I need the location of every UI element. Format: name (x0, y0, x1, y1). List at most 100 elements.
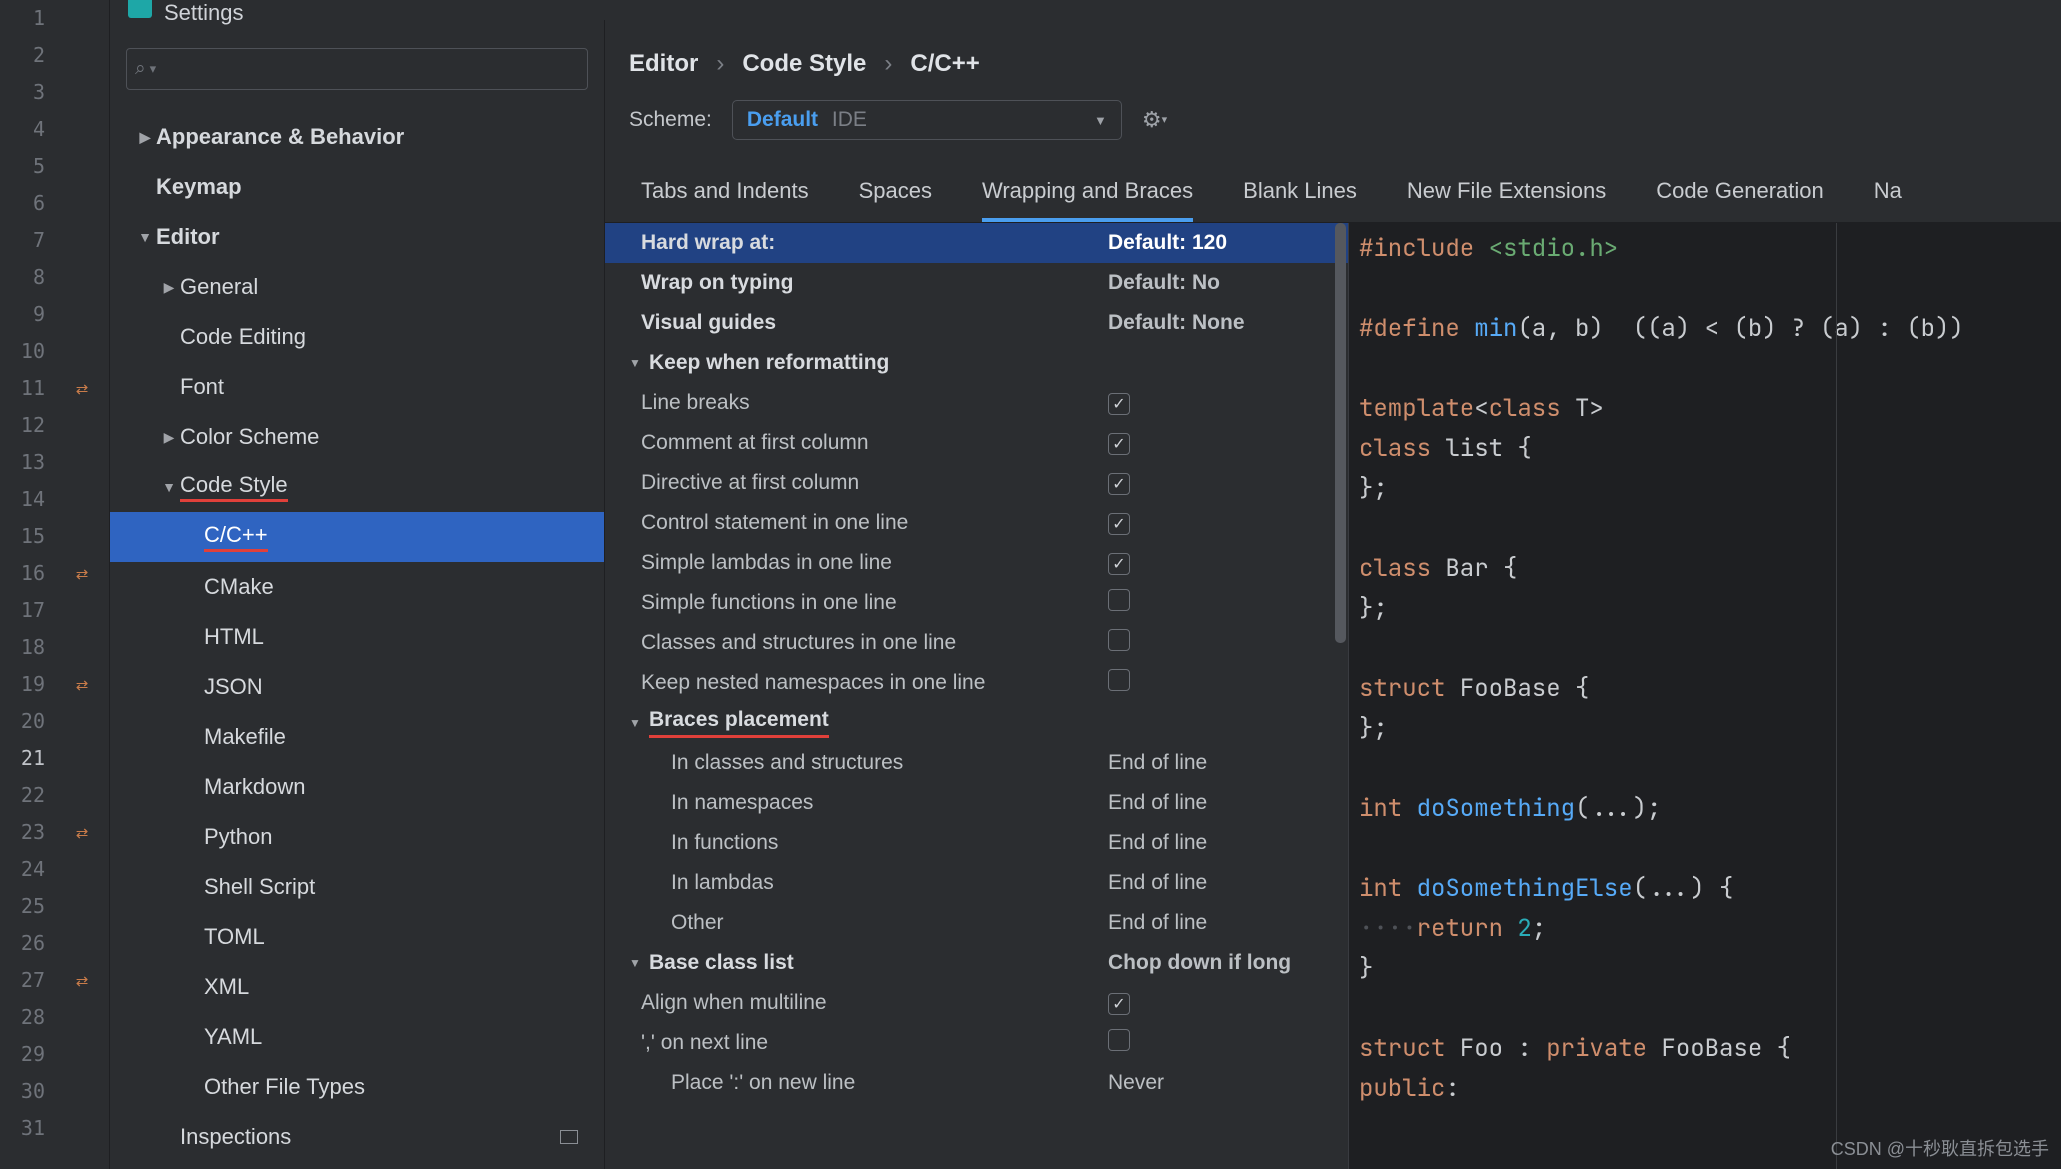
option-hard-wrap-at-[interactable]: Hard wrap at:Default: 120 (605, 223, 1348, 263)
tab-blank-lines[interactable]: Blank Lines (1243, 178, 1357, 222)
option-simple-functions-in-one-line[interactable]: Simple functions in one line (605, 583, 1348, 623)
options-list[interactable]: Hard wrap at:Default: 120Wrap on typingD… (605, 223, 1348, 1169)
inspections-icon (560, 1130, 578, 1144)
tree-node-inspections[interactable]: Inspections (126, 1112, 588, 1162)
chevron-right-icon: ▶ (158, 279, 180, 296)
option-in-functions[interactable]: In functionsEnd of line (605, 823, 1348, 863)
gutter-mark (55, 740, 109, 777)
option--on-next-line[interactable]: ',' on next line (605, 1023, 1348, 1063)
tree-node-markdown[interactable]: Markdown (126, 762, 588, 812)
tab-spaces[interactable]: Spaces (859, 178, 932, 222)
tree-node-html[interactable]: HTML (126, 612, 588, 662)
option-other[interactable]: OtherEnd of line (605, 903, 1348, 943)
tab-wrapping-and-braces[interactable]: Wrapping and Braces (982, 178, 1193, 222)
tree-node-font[interactable]: Font (126, 362, 588, 412)
checkbox[interactable] (1108, 433, 1130, 455)
option-keep-nested-namespaces-in-one-line[interactable]: Keep nested namespaces in one line (605, 663, 1348, 703)
tree-node-appearance-behavior[interactable]: ▶Appearance & Behavior (126, 112, 588, 162)
tab-new-file-extensions[interactable]: New File Extensions (1407, 178, 1606, 222)
gutter-mark (55, 777, 109, 814)
option-in-classes-and-structures[interactable]: In classes and structuresEnd of line (605, 743, 1348, 783)
gutter-mark (55, 444, 109, 481)
option-label: Hard wrap at: (641, 231, 1108, 255)
tree-node-code-editing[interactable]: Code Editing (126, 312, 588, 362)
option-keep-when-reformatting[interactable]: ▼ Keep when reformatting (605, 343, 1348, 383)
tab-code-generation[interactable]: Code Generation (1656, 178, 1824, 222)
option-label: Directive at first column (641, 471, 1108, 495)
gutter-mark (55, 111, 109, 148)
gutter-mark (55, 703, 109, 740)
checkbox[interactable] (1108, 993, 1130, 1015)
checkbox[interactable] (1108, 473, 1130, 495)
watermark: CSDN @十秒耿直拆包选手 (1831, 1135, 2049, 1161)
scheme-select[interactable]: Default IDE ▼ (732, 100, 1122, 140)
option-label: Wrap on typing (641, 271, 1108, 295)
option-directive-at-first-column[interactable]: Directive at first column (605, 463, 1348, 503)
tree-node-xml[interactable]: XML (126, 962, 588, 1012)
option-classes-and-structures-in-one-line[interactable]: Classes and structures in one line (605, 623, 1348, 663)
checkbox[interactable] (1108, 1029, 1130, 1051)
line-number: 21 (0, 740, 45, 777)
option-in-lambdas[interactable]: In lambdasEnd of line (605, 863, 1348, 903)
tree-node-color-scheme[interactable]: ▶Color Scheme (126, 412, 588, 462)
tree-node-keymap[interactable]: Keymap (126, 162, 588, 212)
option-label: Align when multiline (641, 991, 1108, 1015)
gutter-mark (55, 259, 109, 296)
checkbox[interactable] (1108, 513, 1130, 535)
tree-node-shell-script[interactable]: Shell Script (126, 862, 588, 912)
option-place-on-new-line[interactable]: Place ':' on new lineNever (605, 1063, 1348, 1103)
settings-search-input[interactable]: ⌕▾ (126, 48, 588, 90)
tree-node-json[interactable]: JSON (126, 662, 588, 712)
tree-node-toml[interactable]: TOML (126, 912, 588, 962)
option-control-statement-in-one-line[interactable]: Control statement in one line (605, 503, 1348, 543)
breadcrumb: Editor›Code Style›C/C++ (605, 20, 2061, 84)
line-number: 7 (0, 222, 45, 259)
option-braces-placement[interactable]: ▼Braces placement (605, 703, 1348, 743)
option-base-class-list[interactable]: ▼Base class listChop down if long (605, 943, 1348, 983)
option-value: Default: No (1108, 271, 1348, 295)
option-label: Braces placement (649, 708, 1348, 738)
line-number: 12 (0, 407, 45, 444)
option-label: Keep when reformatting (649, 351, 1348, 375)
tree-node-python[interactable]: Python (126, 812, 588, 862)
checkbox[interactable] (1108, 589, 1130, 611)
line-number: 1 (0, 0, 45, 37)
checkbox[interactable] (1108, 669, 1130, 691)
tree-node-makefile[interactable]: Makefile (126, 712, 588, 762)
tree-node-code-style[interactable]: ▼Code Style (126, 462, 588, 512)
line-number: 28 (0, 999, 45, 1036)
checkbox[interactable] (1108, 553, 1130, 575)
gear-icon[interactable]: ⚙▾ (1142, 107, 1167, 133)
tab-tabs-and-indents[interactable]: Tabs and Indents (641, 178, 809, 222)
tree-label: Shell Script (204, 874, 315, 900)
checkbox[interactable] (1108, 629, 1130, 651)
tree-node-c-c-[interactable]: C/C++ (110, 512, 604, 562)
tree-label: Appearance & Behavior (156, 124, 404, 150)
option-align-when-multiline[interactable]: Align when multiline (605, 983, 1348, 1023)
tree-label: Inspections (180, 1124, 291, 1150)
option-wrap-on-typing[interactable]: Wrap on typingDefault: No (605, 263, 1348, 303)
scrollbar[interactable] (1335, 223, 1346, 643)
checkbox[interactable] (1108, 393, 1130, 415)
tree-node-cmake[interactable]: CMake (126, 562, 588, 612)
tree-node-yaml[interactable]: YAML (126, 1012, 588, 1062)
line-number: 2 (0, 37, 45, 74)
tree-node-other-file-types[interactable]: Other File Types (126, 1062, 588, 1112)
tree-node-general[interactable]: ▶General (126, 262, 588, 312)
tree-label: General (180, 274, 258, 300)
option-in-namespaces[interactable]: In namespacesEnd of line (605, 783, 1348, 823)
line-number: 9 (0, 296, 45, 333)
gutter-mark (55, 629, 109, 666)
option-simple-lambdas-in-one-line[interactable]: Simple lambdas in one line (605, 543, 1348, 583)
gutter-mark (55, 0, 109, 37)
option-comment-at-first-column[interactable]: Comment at first column (605, 423, 1348, 463)
line-number: 27 (0, 962, 45, 999)
option-label: In lambdas (671, 871, 1108, 895)
option-visual-guides[interactable]: Visual guidesDefault: None (605, 303, 1348, 343)
chevron-down-icon: ▼ (625, 356, 645, 370)
tab-na[interactable]: Na (1874, 178, 1902, 222)
line-number: 14 (0, 481, 45, 518)
option-line-breaks[interactable]: Line breaks (605, 383, 1348, 423)
tree-node-editor[interactable]: ▼Editor (126, 212, 588, 262)
option-label: ',' on next line (641, 1031, 1108, 1055)
